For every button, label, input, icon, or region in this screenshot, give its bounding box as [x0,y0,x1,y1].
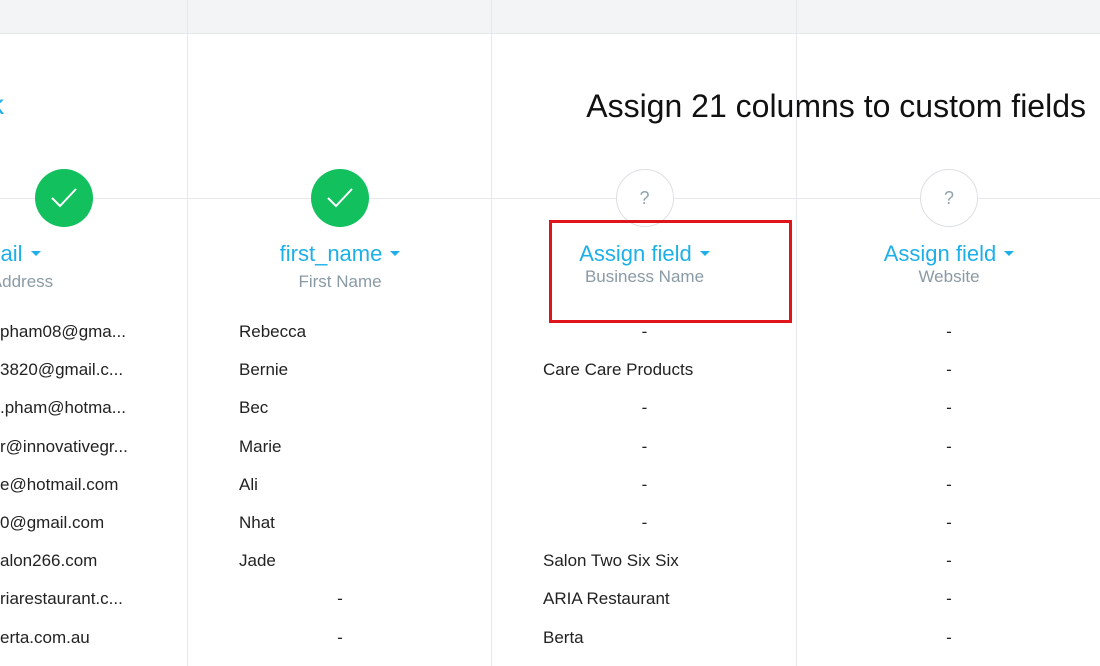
column-first-name: first_name First Name Rebecca Bernie Bec… [187,0,492,666]
list-item: 0@gmail.com [0,512,105,532]
list-item: - [337,627,343,647]
column-values: - Care Care Products - - - - Salon Two S… [492,318,797,662]
field-dropdown[interactable]: email [0,240,41,268]
list-item: pham08@gma... [0,322,126,341]
list-item: r@innovativegr... [0,436,128,456]
list-item: Salon Two Six Six [543,551,679,571]
check-icon [35,169,93,227]
list-item: - [946,551,952,571]
list-item: - [641,436,648,456]
list-item: - [946,627,952,647]
list-item: erta.com.au [0,627,90,647]
list-item: - [641,512,648,532]
column-subtitle: ail Address [0,272,54,291]
list-item: Jade [239,551,276,571]
column-subtitle: Business Name [584,267,705,286]
list-item: - [946,512,952,532]
list-item: Ali [239,474,258,494]
column-business-name: ? Assign field Business Name - Care Care… [491,0,797,666]
list-item: - [946,360,952,380]
list-item: Bec [239,398,269,418]
column-header: first_name First Name [188,240,492,293]
field-name: Assign field [579,241,692,266]
checkmark-icon [51,188,77,208]
question-icon: ? [920,169,978,227]
column-values: pham08@gma... 3820@gmail.c... .pham@hotm… [0,318,187,662]
list-item: - [946,474,952,494]
list-item: - [946,589,952,609]
list-item: riarestaurant.c... [0,589,123,609]
chevron-down-icon [30,251,41,257]
question-icon: ? [615,169,674,227]
list-item: - [641,474,648,494]
chevron-down-icon [1004,251,1015,257]
column-subtitle: Website [918,267,980,286]
list-item: - [946,398,952,418]
list-item: 3820@gmail.c... [0,360,124,380]
list-item: alon266.com [0,551,98,571]
list-item: Berta [543,627,584,647]
column-values: Rebecca Bernie Bec Marie Ali Nhat Jade -… [188,318,492,662]
list-item: - [946,322,952,341]
checkmark-icon [327,188,353,208]
check-icon [311,169,369,227]
assign-field-dropdown[interactable]: Assign field [884,240,1015,268]
column-subtitle: First Name [298,272,382,291]
list-item: - [337,589,343,609]
list-item: - [946,436,952,456]
field-name: email [0,241,23,266]
field-name: first_name [279,241,383,266]
field-name: Assign field [883,241,997,266]
column-header: Assign field Website [797,240,1100,288]
column-header: email ail Address [0,240,187,293]
list-item: Rebecca [239,322,307,341]
column-website: ? Assign field Website - - - - - - - - - [796,0,1100,666]
list-item: Marie [239,436,282,456]
chevron-down-icon [699,251,710,257]
list-item: Nhat [239,512,275,532]
list-item: - [641,398,648,418]
list-item: ARIA Restaurant [543,589,670,609]
list-item: - [641,322,648,341]
chevron-down-icon [390,251,401,257]
column-header: Assign field Business Name [492,240,797,288]
column-values: - - - - - - - - - [797,318,1100,662]
list-item: .pham@hotma... [0,398,126,418]
list-item: e@hotmail.com [0,474,119,494]
list-item: Bernie [239,360,289,380]
column-email: email ail Address pham08@gma... 3820@gma… [0,0,187,666]
assign-field-dropdown[interactable]: Assign field [579,240,710,268]
field-dropdown[interactable]: first_name [280,240,401,268]
list-item: Care Care Products [543,360,694,380]
